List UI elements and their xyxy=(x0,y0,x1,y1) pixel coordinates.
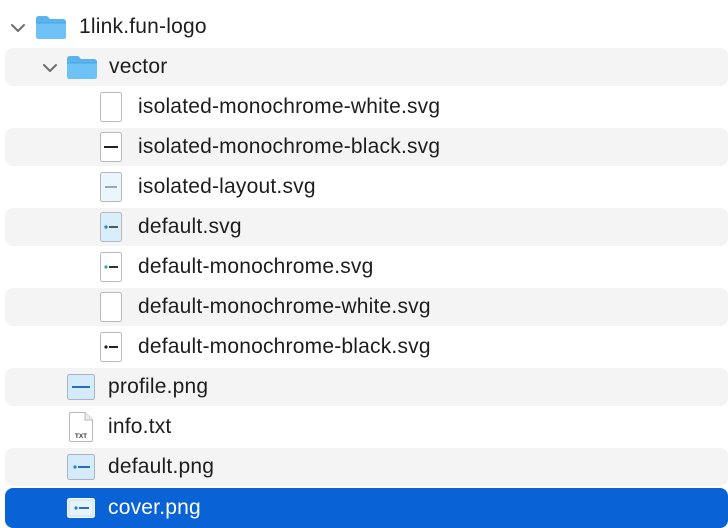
tree-row-file[interactable]: isolated-monochrome-white.svg xyxy=(5,88,728,126)
tree-row-label: isolated-monochrome-black.svg xyxy=(138,135,441,158)
tree-row-file-selected[interactable]: cover.png xyxy=(5,488,728,528)
tree-row-label: vector xyxy=(109,55,168,78)
svg-file-white-icon xyxy=(100,92,122,122)
tree-row-label: isolated-layout.svg xyxy=(138,175,316,198)
txt-badge: TXT xyxy=(75,433,87,440)
tree-row-file[interactable]: default.png xyxy=(5,448,728,486)
tree-row-label: 1link.fun-logo xyxy=(79,15,207,38)
tree-row-file[interactable]: default-monochrome-black.svg xyxy=(5,328,728,366)
txt-file-icon: TXT xyxy=(69,412,93,442)
png-image-icon xyxy=(67,454,95,480)
tree-row-label: default-monochrome.svg xyxy=(138,255,374,278)
tree-row-vector-folder[interactable]: vector xyxy=(5,48,728,86)
tree-row-file[interactable]: default-monochrome-white.svg xyxy=(5,288,728,326)
svg-file-monochrome-icon xyxy=(100,252,122,282)
tree-row-file[interactable]: isolated-layout.svg xyxy=(5,168,728,206)
tree-row-label: cover.png xyxy=(108,496,201,519)
svg-file-black-logo-icon xyxy=(100,132,122,162)
chevron-down-icon[interactable] xyxy=(41,59,59,77)
svg-file-layout-icon xyxy=(100,172,122,202)
tree-row-label: default.svg xyxy=(138,215,242,238)
tree-row-file[interactable]: default-monochrome.svg xyxy=(5,248,728,286)
folder-icon xyxy=(36,16,66,39)
svg-file-white-icon xyxy=(100,292,122,322)
tree-row-file[interactable]: default.svg xyxy=(5,208,728,246)
file-tree: 1link.fun-logo vector isolated-monochrom… xyxy=(0,0,728,528)
svg-file-black-logo-icon xyxy=(100,332,122,362)
tree-row-label: default-monochrome-black.svg xyxy=(138,335,431,358)
tree-row-label: info.txt xyxy=(108,415,172,438)
tree-row-root-folder[interactable]: 1link.fun-logo xyxy=(5,8,728,46)
tree-row-label: profile.png xyxy=(108,375,209,398)
tree-row-label: isolated-monochrome-white.svg xyxy=(138,95,441,118)
chevron-down-icon[interactable] xyxy=(9,19,27,37)
tree-row-label: default.png xyxy=(108,455,215,478)
png-image-icon xyxy=(67,374,95,400)
tree-row-file[interactable]: profile.png xyxy=(5,368,728,406)
tree-row-file[interactable]: TXT info.txt xyxy=(5,408,728,446)
tree-row-file[interactable]: isolated-monochrome-black.svg xyxy=(5,128,728,166)
folder-icon xyxy=(67,56,97,79)
tree-row-label: default-monochrome-white.svg xyxy=(138,295,431,318)
png-cover-icon xyxy=(67,498,95,518)
svg-file-default-icon xyxy=(100,212,122,242)
